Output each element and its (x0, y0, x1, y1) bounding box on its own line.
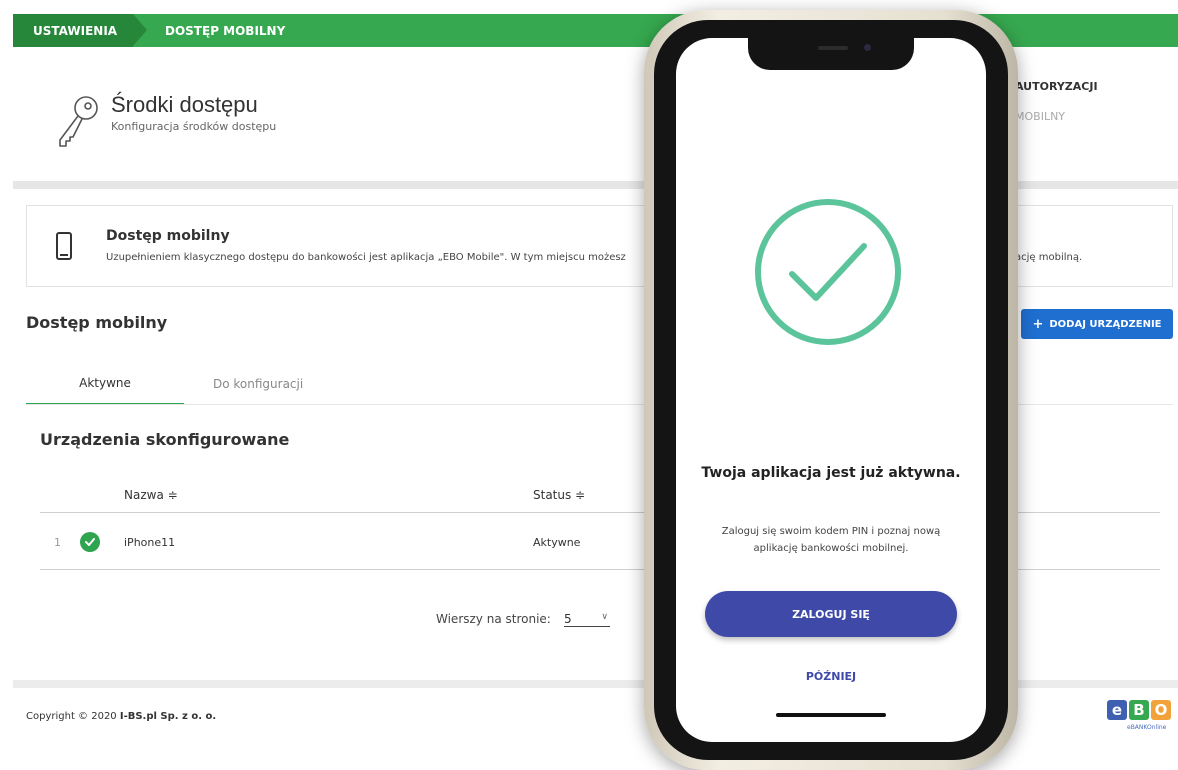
key-icon (59, 96, 98, 147)
later-link[interactable]: PÓŹNIEJ (776, 670, 886, 683)
check-circle-icon (80, 532, 100, 552)
table-title: Urządzenia skonfigurowane (40, 430, 290, 449)
info-title: Dostęp mobilny (106, 228, 230, 244)
home-indicator (776, 713, 886, 717)
info-text-tail: ację mobilną. (1015, 252, 1083, 263)
column-header-name[interactable]: Nazwa ≑ (124, 488, 178, 502)
copyright-prefix: Copyright © 2020 (26, 711, 120, 722)
logo-letter-b: B (1129, 700, 1149, 720)
header-link-mobile[interactable]: MOBILNY (1015, 110, 1065, 123)
table-row-status: Aktywne (533, 536, 581, 549)
rows-per-page-label: Wierszy na stronie: (436, 612, 551, 626)
add-device-button[interactable]: + DODAJ URZĄDZENIE (1021, 309, 1173, 339)
rows-per-page-value: 5 (564, 612, 572, 626)
login-button[interactable]: ZALOGUJ SIĘ (705, 591, 957, 637)
phone-title: Twoja aplikacja jest już aktywna. (701, 465, 961, 481)
column-header-status[interactable]: Status ≑ (533, 488, 585, 502)
tab-to-configure[interactable]: Do konfiguracji (213, 362, 303, 405)
success-check-icon (755, 199, 901, 345)
phone-text: Zaloguj się swoim kodem PIN i poznaj now… (721, 526, 941, 554)
add-device-label: DODAJ URZĄDZENIE (1049, 318, 1162, 330)
phone-notch (748, 38, 914, 70)
copyright: Copyright © 2020 I-BS.pl Sp. z o. o. (26, 711, 216, 722)
page-subtitle: Konfiguracja środków dostępu (111, 120, 277, 133)
chevron-down-icon: ∨ (601, 612, 608, 622)
logo-letter-e: e (1107, 700, 1127, 720)
copyright-company: I-BS.pl Sp. z o. o. (119, 711, 217, 722)
info-text: Uzupełnieniem klasycznego dostępu do ban… (106, 252, 626, 263)
page-title: Środki dostępu (111, 92, 258, 117)
logo-tagline: eBANKOnline (1127, 724, 1167, 731)
rows-per-page-select[interactable]: 5 ∨ (564, 612, 610, 627)
phone-speaker (818, 46, 848, 50)
mobile-phone-icon (56, 232, 72, 260)
phone-camera (864, 44, 871, 51)
breadcrumb-mobile-access[interactable]: DOSTĘP MOBILNY (165, 24, 285, 38)
table-row-number: 1 (54, 536, 61, 549)
logo-letter-o: O (1151, 700, 1171, 720)
table-row-name[interactable]: iPhone11 (124, 536, 175, 549)
ebo-logo: e B O (1107, 700, 1171, 720)
section-title: Dostęp mobilny (26, 313, 168, 332)
breadcrumb-settings[interactable]: USTAWIENIA (13, 14, 147, 47)
tab-active[interactable]: Aktywne (26, 362, 184, 405)
header-link-authorization[interactable]: AUTORYZACJI (1015, 80, 1098, 93)
plus-icon: + (1032, 316, 1044, 332)
